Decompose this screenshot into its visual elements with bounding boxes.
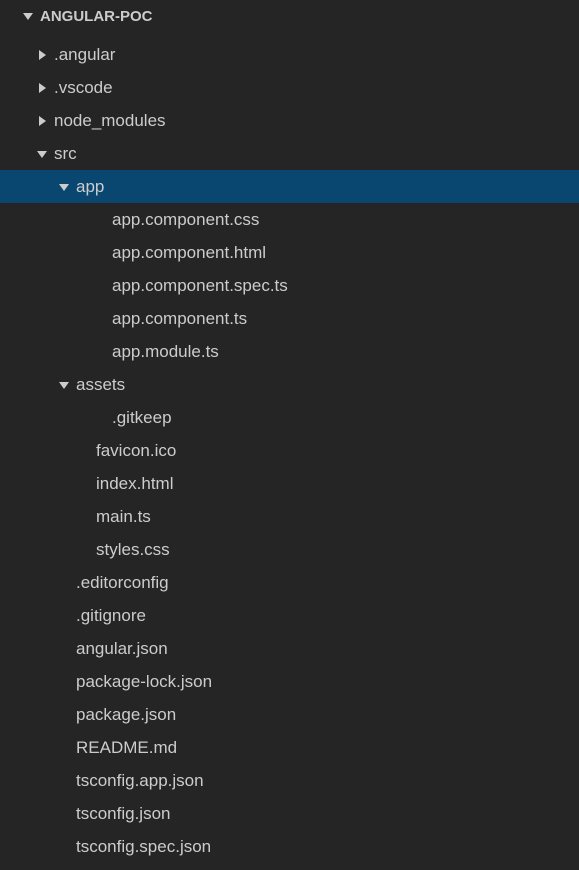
tree-item-label: README.md: [76, 738, 177, 758]
tree-folder[interactable]: src: [0, 137, 579, 170]
tree-file[interactable]: README.md: [0, 731, 579, 764]
tree-file[interactable]: tsconfig.spec.json: [0, 830, 579, 863]
tree-item-label: app.component.ts: [112, 309, 247, 329]
chevron-down-icon: [20, 8, 36, 24]
tree-item-label: angular.json: [76, 639, 168, 659]
tree-file[interactable]: .editorconfig: [0, 566, 579, 599]
tree-item-label: src: [54, 144, 77, 164]
tree-item-label: .vscode: [54, 78, 113, 98]
tree-item-label: tsconfig.json: [76, 804, 171, 824]
file-tree: .angular .vscode node_modulessrc app app.com…: [0, 32, 579, 863]
tree-file[interactable]: favicon.ico: [0, 434, 579, 467]
tree-file[interactable]: package-lock.json: [0, 665, 579, 698]
tree-item-label: app.component.spec.ts: [112, 276, 288, 296]
tree-item-label: styles.css: [96, 540, 170, 560]
tree-item-label: index.html: [96, 474, 173, 494]
file-explorer: ANGULAR-POC .angular .vscode node_moduless…: [0, 0, 579, 870]
tree-file[interactable]: app.component.ts: [0, 302, 579, 335]
tree-item-label: .angular: [54, 45, 115, 65]
tree-item-label: tsconfig.spec.json: [76, 837, 211, 857]
chevron-right-icon: [34, 47, 50, 63]
tree-item-label: node_modules: [54, 111, 166, 131]
tree-file[interactable]: styles.css: [0, 533, 579, 566]
tree-file[interactable]: index.html: [0, 467, 579, 500]
tree-item-label: app.component.css: [112, 210, 259, 230]
tree-file[interactable]: .gitignore: [0, 599, 579, 632]
tree-folder[interactable]: node_modules: [0, 104, 579, 137]
explorer-root-header[interactable]: ANGULAR-POC: [0, 0, 579, 32]
chevron-down-icon: [34, 146, 50, 162]
tree-item-label: favicon.ico: [96, 441, 176, 461]
tree-item-label: main.ts: [96, 507, 151, 527]
tree-item-label: .gitignore: [76, 606, 146, 626]
tree-file[interactable]: package.json: [0, 698, 579, 731]
tree-item-label: .editorconfig: [76, 573, 169, 593]
tree-item-label: package.json: [76, 705, 176, 725]
tree-item-label: app.module.ts: [112, 342, 219, 362]
tree-item-label: tsconfig.app.json: [76, 771, 204, 791]
tree-folder[interactable]: app: [0, 170, 579, 203]
tree-item-label: app.component.html: [112, 243, 266, 263]
tree-folder[interactable]: .angular: [0, 38, 579, 71]
chevron-down-icon: [56, 179, 72, 195]
tree-file[interactable]: .gitkeep: [0, 401, 579, 434]
tree-file[interactable]: tsconfig.json: [0, 797, 579, 830]
tree-file[interactable]: app.component.html: [0, 236, 579, 269]
tree-item-label: package-lock.json: [76, 672, 212, 692]
tree-item-label: app: [76, 177, 104, 197]
tree-file[interactable]: angular.json: [0, 632, 579, 665]
tree-folder[interactable]: assets: [0, 368, 579, 401]
chevron-right-icon: [34, 113, 50, 129]
tree-file[interactable]: app.component.css: [0, 203, 579, 236]
root-folder-name: ANGULAR-POC: [40, 8, 153, 25]
tree-file[interactable]: tsconfig.app.json: [0, 764, 579, 797]
tree-file[interactable]: app.module.ts: [0, 335, 579, 368]
tree-folder[interactable]: .vscode: [0, 71, 579, 104]
chevron-down-icon: [56, 377, 72, 393]
tree-file[interactable]: main.ts: [0, 500, 579, 533]
tree-item-label: assets: [76, 375, 125, 395]
tree-item-label: .gitkeep: [112, 408, 172, 428]
chevron-right-icon: [34, 80, 50, 96]
tree-file[interactable]: app.component.spec.ts: [0, 269, 579, 302]
